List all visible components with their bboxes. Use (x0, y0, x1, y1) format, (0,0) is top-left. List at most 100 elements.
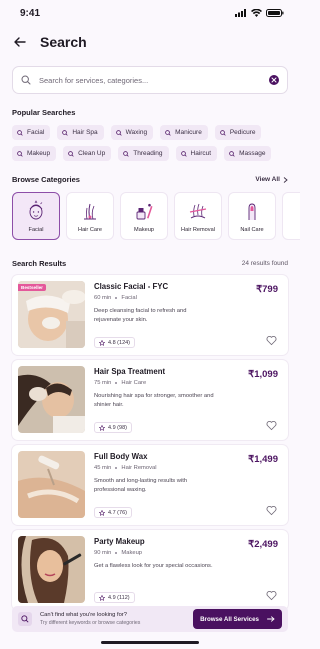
chip-makeup[interactable]: Makeup (12, 146, 57, 161)
arrow-left-icon (14, 37, 26, 47)
chip-pedicure[interactable]: Pedicure (214, 125, 262, 140)
heart-icon[interactable] (266, 590, 277, 601)
category-facial[interactable]: Facial (12, 192, 60, 240)
service-meta: 60 min Facial (94, 295, 282, 301)
page-title: Search (40, 34, 87, 50)
chip-label: Clean Up (78, 150, 106, 157)
star-icon (99, 594, 105, 601)
service-meta: 45 min Hair Removal (94, 465, 282, 471)
banner-subtitle: Try different keywords or browse categor… (40, 620, 141, 626)
separator-dot (115, 467, 118, 469)
browse-all-services-button[interactable]: Browse All Services (193, 609, 282, 629)
service-description: Get a flawless look for your special occ… (94, 563, 213, 569)
hair-removal-icon (187, 200, 209, 222)
category-label: Hair Care (78, 226, 102, 233)
service-category: Facial (121, 295, 137, 301)
separator-dot (115, 297, 118, 299)
chip-manicure[interactable]: Manicure (160, 125, 208, 140)
category-list: Facial Hair Care Makeup Hair Removal Nai… (0, 184, 300, 240)
partial-icon (295, 200, 300, 222)
status-bar: 9:41 (0, 0, 300, 26)
rating-badge: 4.7 (76) (94, 507, 132, 518)
category-hair-care[interactable]: Hair Care (66, 192, 114, 240)
search-input[interactable] (39, 75, 261, 85)
arrow-right-icon (267, 616, 275, 622)
back-button[interactable] (12, 34, 28, 50)
result-card[interactable]: Party Makeup 90 min Makeup Get a flawless… (12, 530, 288, 610)
banner-text: Can't find what you're looking for? Try … (40, 612, 185, 626)
chip-haircut[interactable]: Haircut (175, 146, 218, 161)
search-icon (180, 150, 187, 157)
search-icon (18, 612, 32, 626)
chip-hair-spa[interactable]: Hair Spa (57, 125, 104, 140)
results-list: Bestseller Classic Facial - FYC 60 min Fa… (0, 268, 300, 610)
categories-header: Browse Categories View All (0, 175, 300, 184)
browse-all-label: Browse All Services (200, 615, 259, 623)
popular-searches-title: Popular Searches (12, 108, 76, 117)
category-makeup[interactable]: Makeup (120, 192, 168, 240)
search-icon (115, 129, 122, 136)
chip-massage[interactable]: Massage (224, 146, 272, 161)
service-meta: 90 min Makeup (94, 550, 282, 556)
close-icon (271, 77, 277, 83)
heart-icon[interactable] (266, 505, 277, 516)
service-price: ₹1,099 (248, 369, 278, 380)
heart-icon[interactable] (266, 335, 277, 346)
rating-value: 4.9 (112) (108, 594, 130, 601)
service-image: Bestseller (18, 281, 85, 348)
chip-label: Massage (239, 150, 266, 157)
chip-label: Threading (133, 150, 163, 157)
category-hair-removal[interactable]: Hair Removal (174, 192, 222, 240)
browse-all-banner: Can't find what you're looking for? Try … (12, 606, 288, 632)
chip-facial[interactable]: Facial (12, 125, 51, 140)
service-image (18, 366, 85, 433)
chip-waxing[interactable]: Waxing (110, 125, 154, 140)
search-icon (220, 129, 226, 136)
makeup-icon (133, 200, 155, 222)
star-icon (99, 339, 105, 346)
hair-follicle-icon (79, 200, 101, 222)
chip-label: Haircut (190, 150, 212, 157)
bestseller-badge: Bestseller (18, 284, 46, 291)
search-icon (17, 129, 23, 136)
chip-threading[interactable]: Threading (118, 146, 169, 161)
category-label: Hair Removal (181, 226, 215, 233)
result-card[interactable]: Bestseller Classic Facial - FYC 60 min Fa… (12, 275, 288, 355)
service-image (18, 451, 85, 518)
service-category: Hair Removal (121, 465, 157, 471)
header: Search (0, 26, 300, 58)
service-price: ₹2,499 (248, 539, 278, 550)
service-duration: 90 min (94, 550, 112, 556)
rating-value: 4.7 (76) (108, 509, 127, 516)
result-card[interactable]: Full Body Wax 45 min Hair Removal Smooth … (12, 445, 288, 525)
service-category: Hair Care (121, 380, 147, 386)
service-duration: 75 min (94, 380, 112, 386)
rating-badge: 4.9 (98) (94, 422, 132, 433)
clear-search-button[interactable] (269, 75, 279, 85)
result-info: Classic Facial - FYC 60 min Facial Deep c… (94, 281, 282, 349)
service-meta: 75 min Hair Care (94, 380, 282, 386)
chip-label: Makeup (27, 150, 51, 157)
chip-label: Pedicure (229, 129, 256, 136)
chip-clean-up[interactable]: Clean Up (63, 146, 112, 161)
category-nail-care[interactable]: Nail Care (228, 192, 276, 240)
result-card[interactable]: Hair Spa Treatment 75 min Hair Care Nouri… (12, 360, 288, 440)
results-header: Search Results 24 results found (0, 259, 300, 268)
search-icon (229, 150, 235, 157)
face-icon (25, 199, 47, 222)
search-bar (12, 66, 288, 94)
service-description: Nourishing hair spa for stronger, smooth… (94, 393, 214, 408)
chip-label: Hair Spa (72, 129, 98, 136)
heart-icon[interactable] (266, 420, 277, 431)
categories-title: Browse Categories (12, 175, 80, 184)
view-all-link[interactable]: View All (255, 176, 288, 183)
service-price: ₹1,499 (248, 454, 278, 465)
category-partial[interactable]: N (282, 192, 300, 240)
chip-label: Manicure (175, 129, 202, 136)
results-count: 24 results found (241, 260, 288, 267)
chip-label: Waxing (125, 129, 148, 136)
service-description: Smooth and long-lasting results with pro… (94, 478, 188, 493)
status-icons (235, 9, 284, 17)
category-label: Facial (28, 226, 44, 233)
search-icon (17, 150, 23, 157)
